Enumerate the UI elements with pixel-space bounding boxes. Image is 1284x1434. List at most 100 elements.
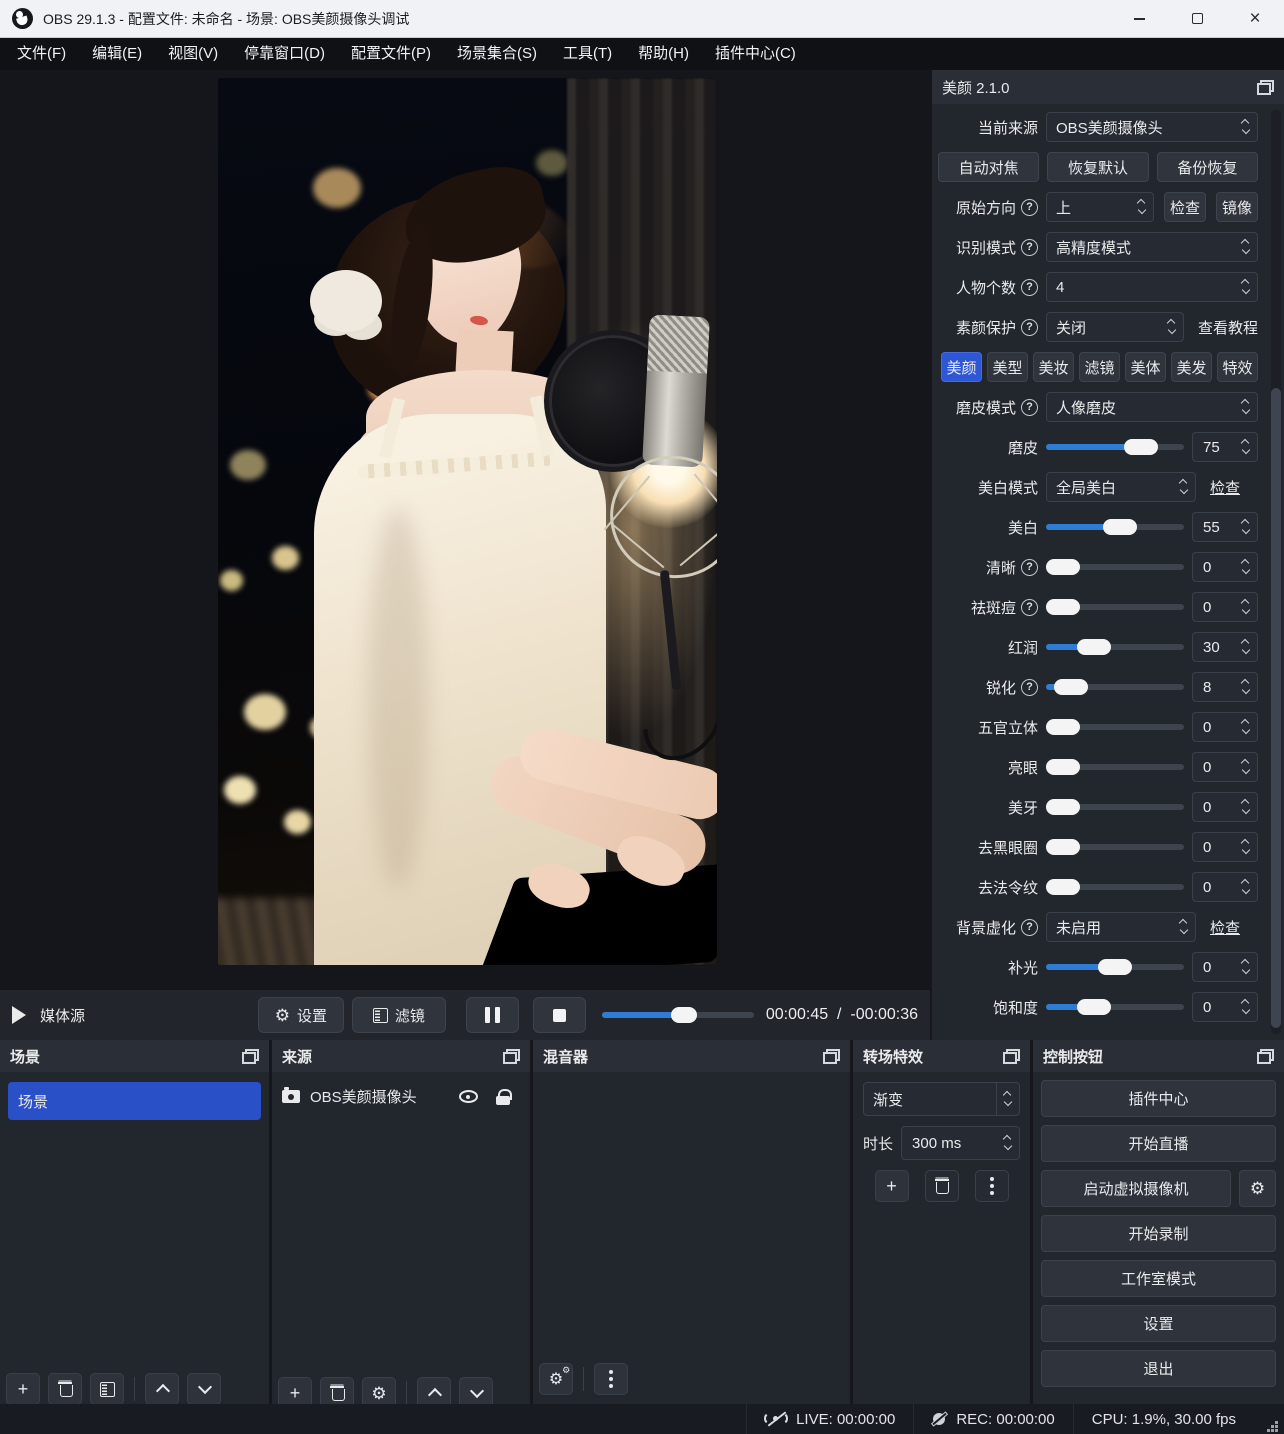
whiten-check-link[interactable]: 检查 — [1210, 477, 1240, 498]
features3d-slider[interactable] — [1046, 719, 1184, 735]
tab-shape[interactable]: 美型 — [987, 352, 1028, 382]
virtual-camera-settings-button[interactable]: ⚙ — [1239, 1170, 1276, 1207]
start-virtual-camera-button[interactable]: 启动虚拟摄像机 — [1041, 1170, 1231, 1207]
popout-icon[interactable] — [242, 1049, 259, 1064]
popout-icon[interactable] — [503, 1049, 520, 1064]
filllight-slider[interactable] — [1046, 959, 1184, 975]
person-count-spinbox[interactable]: 4 — [1046, 272, 1258, 302]
mirror-button[interactable]: 镜像 — [1216, 192, 1258, 222]
minimize-button[interactable] — [1110, 0, 1168, 37]
whiten-spinbox[interactable]: 55 — [1192, 512, 1258, 542]
backup-restore-button[interactable]: 备份恢复 — [1157, 152, 1258, 182]
menu-file[interactable]: 文件(F) — [4, 38, 79, 70]
add-transition-button[interactable]: + — [875, 1170, 909, 1202]
bg-blur-select[interactable]: 未启用 — [1046, 912, 1196, 942]
transition-select[interactable]: 渐变 — [863, 1082, 1020, 1116]
tab-makeup[interactable]: 美妆 — [1033, 352, 1074, 382]
detect-mode-select[interactable]: 高精度模式 — [1046, 232, 1258, 262]
darkcircle-spinbox[interactable]: 0 — [1192, 832, 1258, 862]
saturation-slider[interactable] — [1046, 999, 1184, 1015]
menu-plugin-center[interactable]: 插件中心(C) — [702, 38, 809, 70]
help-icon[interactable]: ? — [1021, 599, 1038, 616]
rosy-slider[interactable] — [1046, 639, 1184, 655]
transition-menu-button[interactable] — [975, 1170, 1009, 1202]
tab-effects[interactable]: 特效 — [1217, 352, 1258, 382]
orientation-check-button[interactable]: 检查 — [1164, 192, 1206, 222]
saturation-spinbox[interactable]: 0 — [1192, 992, 1258, 1022]
popout-icon[interactable] — [823, 1049, 840, 1064]
smooth-spinbox[interactable]: 75 — [1192, 432, 1258, 462]
menu-scene-collection[interactable]: 场景集合(S) — [444, 38, 550, 70]
tutorial-link[interactable]: 查看教程 — [1198, 317, 1258, 338]
start-streaming-button[interactable]: 开始直播 — [1041, 1125, 1276, 1162]
menu-edit[interactable]: 编辑(E) — [79, 38, 155, 70]
popout-icon[interactable] — [1257, 1049, 1274, 1064]
help-icon[interactable]: ? — [1021, 319, 1038, 336]
clarity-slider[interactable] — [1046, 559, 1184, 575]
rosy-spinbox[interactable]: 30 — [1192, 632, 1258, 662]
smooth-mode-select[interactable]: 人像磨皮 — [1046, 392, 1258, 422]
filllight-spinbox[interactable]: 0 — [1192, 952, 1258, 982]
nasolabial-slider[interactable] — [1046, 879, 1184, 895]
tab-hair[interactable]: 美发 — [1171, 352, 1212, 382]
media-progress-slider[interactable] — [602, 1007, 754, 1023]
lock-icon[interactable] — [496, 1089, 510, 1105]
nasolabial-spinbox[interactable]: 0 — [1192, 872, 1258, 902]
media-settings-button[interactable]: ⚙ 设置 — [258, 997, 344, 1033]
smooth-slider[interactable] — [1046, 439, 1184, 455]
orientation-select[interactable]: 上 — [1046, 192, 1154, 222]
help-icon[interactable]: ? — [1021, 279, 1038, 296]
play-icon[interactable] — [12, 1006, 26, 1024]
mixer-menu-button[interactable] — [594, 1363, 628, 1395]
whiten-slider[interactable] — [1046, 519, 1184, 535]
exit-button[interactable]: 退出 — [1041, 1350, 1276, 1387]
source-list-item[interactable]: OBS美颜摄像头 — [282, 1086, 520, 1107]
tab-filter[interactable]: 滤镜 — [1079, 352, 1120, 382]
current-source-select[interactable]: OBS美颜摄像头 — [1046, 112, 1258, 142]
move-scene-up-button[interactable] — [145, 1373, 179, 1405]
visibility-eye-icon[interactable] — [459, 1090, 478, 1103]
features3d-spinbox[interactable]: 0 — [1192, 712, 1258, 742]
makeup-protect-select[interactable]: 关闭 — [1046, 312, 1184, 342]
pause-button[interactable] — [466, 997, 519, 1033]
media-filters-button[interactable]: 滤镜 — [352, 997, 446, 1033]
help-icon[interactable]: ? — [1021, 399, 1038, 416]
teeth-slider[interactable] — [1046, 799, 1184, 815]
blemish-spinbox[interactable]: 0 — [1192, 592, 1258, 622]
duration-spinbox[interactable]: 300 ms — [901, 1126, 1020, 1160]
help-icon[interactable]: ? — [1021, 559, 1038, 576]
clarity-spinbox[interactable]: 0 — [1192, 552, 1258, 582]
menu-profile[interactable]: 配置文件(P) — [338, 38, 444, 70]
panel-scrollbar-thumb[interactable] — [1271, 388, 1281, 1028]
start-recording-button[interactable]: 开始录制 — [1041, 1215, 1276, 1252]
maximize-button[interactable] — [1168, 0, 1226, 37]
sharpen-slider[interactable] — [1046, 679, 1184, 695]
whiten-mode-select[interactable]: 全局美白 — [1046, 472, 1196, 502]
menu-view[interactable]: 视图(V) — [155, 38, 231, 70]
stop-button[interactable] — [533, 997, 586, 1033]
teeth-spinbox[interactable]: 0 — [1192, 792, 1258, 822]
help-icon[interactable]: ? — [1021, 679, 1038, 696]
studio-mode-button[interactable]: 工作室模式 — [1041, 1260, 1276, 1297]
popout-icon[interactable] — [1003, 1049, 1020, 1064]
brighteyes-spinbox[interactable]: 0 — [1192, 752, 1258, 782]
darkcircle-slider[interactable] — [1046, 839, 1184, 855]
menu-docks[interactable]: 停靠窗口(D) — [231, 38, 338, 70]
blemish-slider[interactable] — [1046, 599, 1184, 615]
brighteyes-slider[interactable] — [1046, 759, 1184, 775]
add-scene-button[interactable]: + — [6, 1373, 40, 1405]
remove-transition-button[interactable] — [925, 1170, 959, 1202]
settings-button[interactable]: 设置 — [1041, 1305, 1276, 1342]
scene-filters-button[interactable] — [90, 1373, 124, 1405]
tab-beauty[interactable]: 美颜 — [941, 352, 982, 382]
advanced-audio-button[interactable]: ⚙⚙ — [539, 1363, 573, 1395]
scene-list-item[interactable]: 场景 — [8, 1082, 261, 1120]
restore-default-button[interactable]: 恢复默认 — [1047, 152, 1148, 182]
menu-help[interactable]: 帮助(H) — [625, 38, 702, 70]
bg-blur-check-link[interactable]: 检查 — [1210, 917, 1240, 938]
sharpen-spinbox[interactable]: 8 — [1192, 672, 1258, 702]
menu-tools[interactable]: 工具(T) — [550, 38, 625, 70]
popout-icon[interactable] — [1257, 80, 1274, 95]
help-icon[interactable]: ? — [1021, 239, 1038, 256]
remove-scene-button[interactable] — [48, 1373, 82, 1405]
